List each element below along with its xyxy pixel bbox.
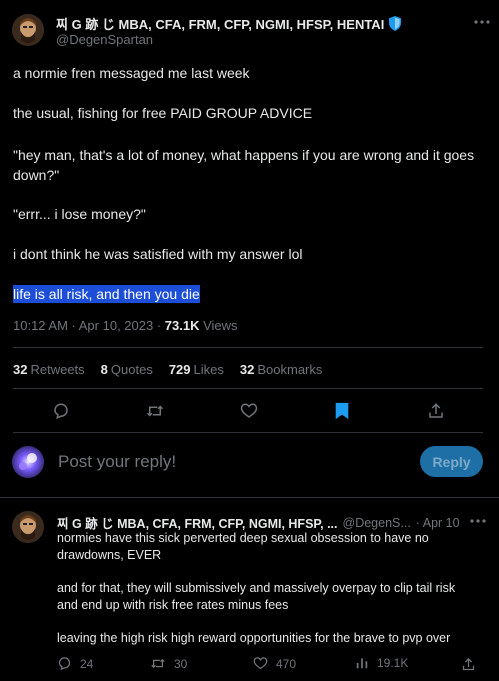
reply-icon [57, 656, 72, 671]
reply-paragraph: leaving the high risk high reward opport… [57, 631, 451, 645]
reply-views-action[interactable]: 19.1K [355, 656, 408, 670]
retweet-icon[interactable] [144, 400, 166, 422]
tweet-paragraph: a normie fren messaged me last week [13, 65, 250, 81]
views-label: Views [199, 318, 238, 333]
reply-retweets-count: 30 [174, 656, 188, 671]
reply-views-count: 19.1K [377, 656, 409, 670]
likes-stat[interactable]: 729 Likes [169, 362, 224, 377]
reply-share-icon[interactable] [460, 656, 476, 672]
reply-replies-count: 24 [80, 656, 94, 671]
highlighted-line: life is all risk, and then you die [13, 285, 200, 303]
user-avatar[interactable] [12, 446, 44, 478]
divider [13, 388, 483, 389]
author-name[interactable]: 찌 G 跡 じ MBA, CFA, FRM, CFP, NGMI, HFSP, … [56, 14, 384, 33]
tweet-paragraph: the usual, fishing for free PAID GROUP A… [13, 105, 313, 121]
reply-likes-count: 470 [276, 656, 297, 671]
reply-button[interactable]: Reply [420, 446, 483, 477]
tweet-timestamp[interactable]: 10:12 AM · Apr 10, 2023 · [13, 318, 165, 333]
reply-author-avatar[interactable] [12, 511, 44, 543]
reply-retweets-action[interactable]: 30 [150, 656, 187, 671]
reply-author-handle[interactable]: @DegenS... [343, 516, 411, 530]
tweet-paragraph: "errr... i lose money?" [13, 206, 146, 222]
reply-icon[interactable] [50, 400, 72, 422]
like-icon [253, 656, 268, 671]
reply-replies-action[interactable]: 24 [57, 656, 93, 671]
quotes-stat[interactable]: 8 Quotes [101, 362, 153, 377]
retweet-icon [150, 656, 166, 671]
like-icon[interactable] [238, 400, 260, 422]
divider [13, 432, 483, 433]
reply-paragraph: and for that, they will submissively and… [57, 581, 456, 612]
divider [13, 347, 483, 348]
views-icon [355, 656, 369, 670]
reply-input[interactable]: Post your reply! [58, 452, 408, 472]
views-count: 73.1K [164, 318, 200, 333]
reply-more-icon[interactable] [468, 513, 488, 529]
author-handle[interactable]: @DegenSpartan [56, 32, 153, 47]
reply-paragraph: normies have this sick perverted deep se… [57, 531, 429, 562]
verified-shield-icon [388, 16, 402, 31]
reply-date[interactable]: · Apr 10 [416, 516, 460, 530]
tweet-paragraph: i dont think he was satisfied with my an… [13, 246, 303, 262]
share-icon[interactable] [425, 400, 447, 422]
more-icon[interactable] [472, 14, 492, 30]
divider [0, 497, 499, 498]
bookmark-icon[interactable] [331, 400, 353, 422]
tweet-paragraph: "hey man, that's a lot of money, what ha… [13, 147, 475, 183]
author-avatar[interactable] [12, 14, 44, 46]
reply-likes-action[interactable]: 470 [253, 656, 296, 671]
retweets-stat[interactable]: 32 Retweets [13, 362, 85, 377]
bookmarks-stat[interactable]: 32 Bookmarks [240, 362, 323, 377]
